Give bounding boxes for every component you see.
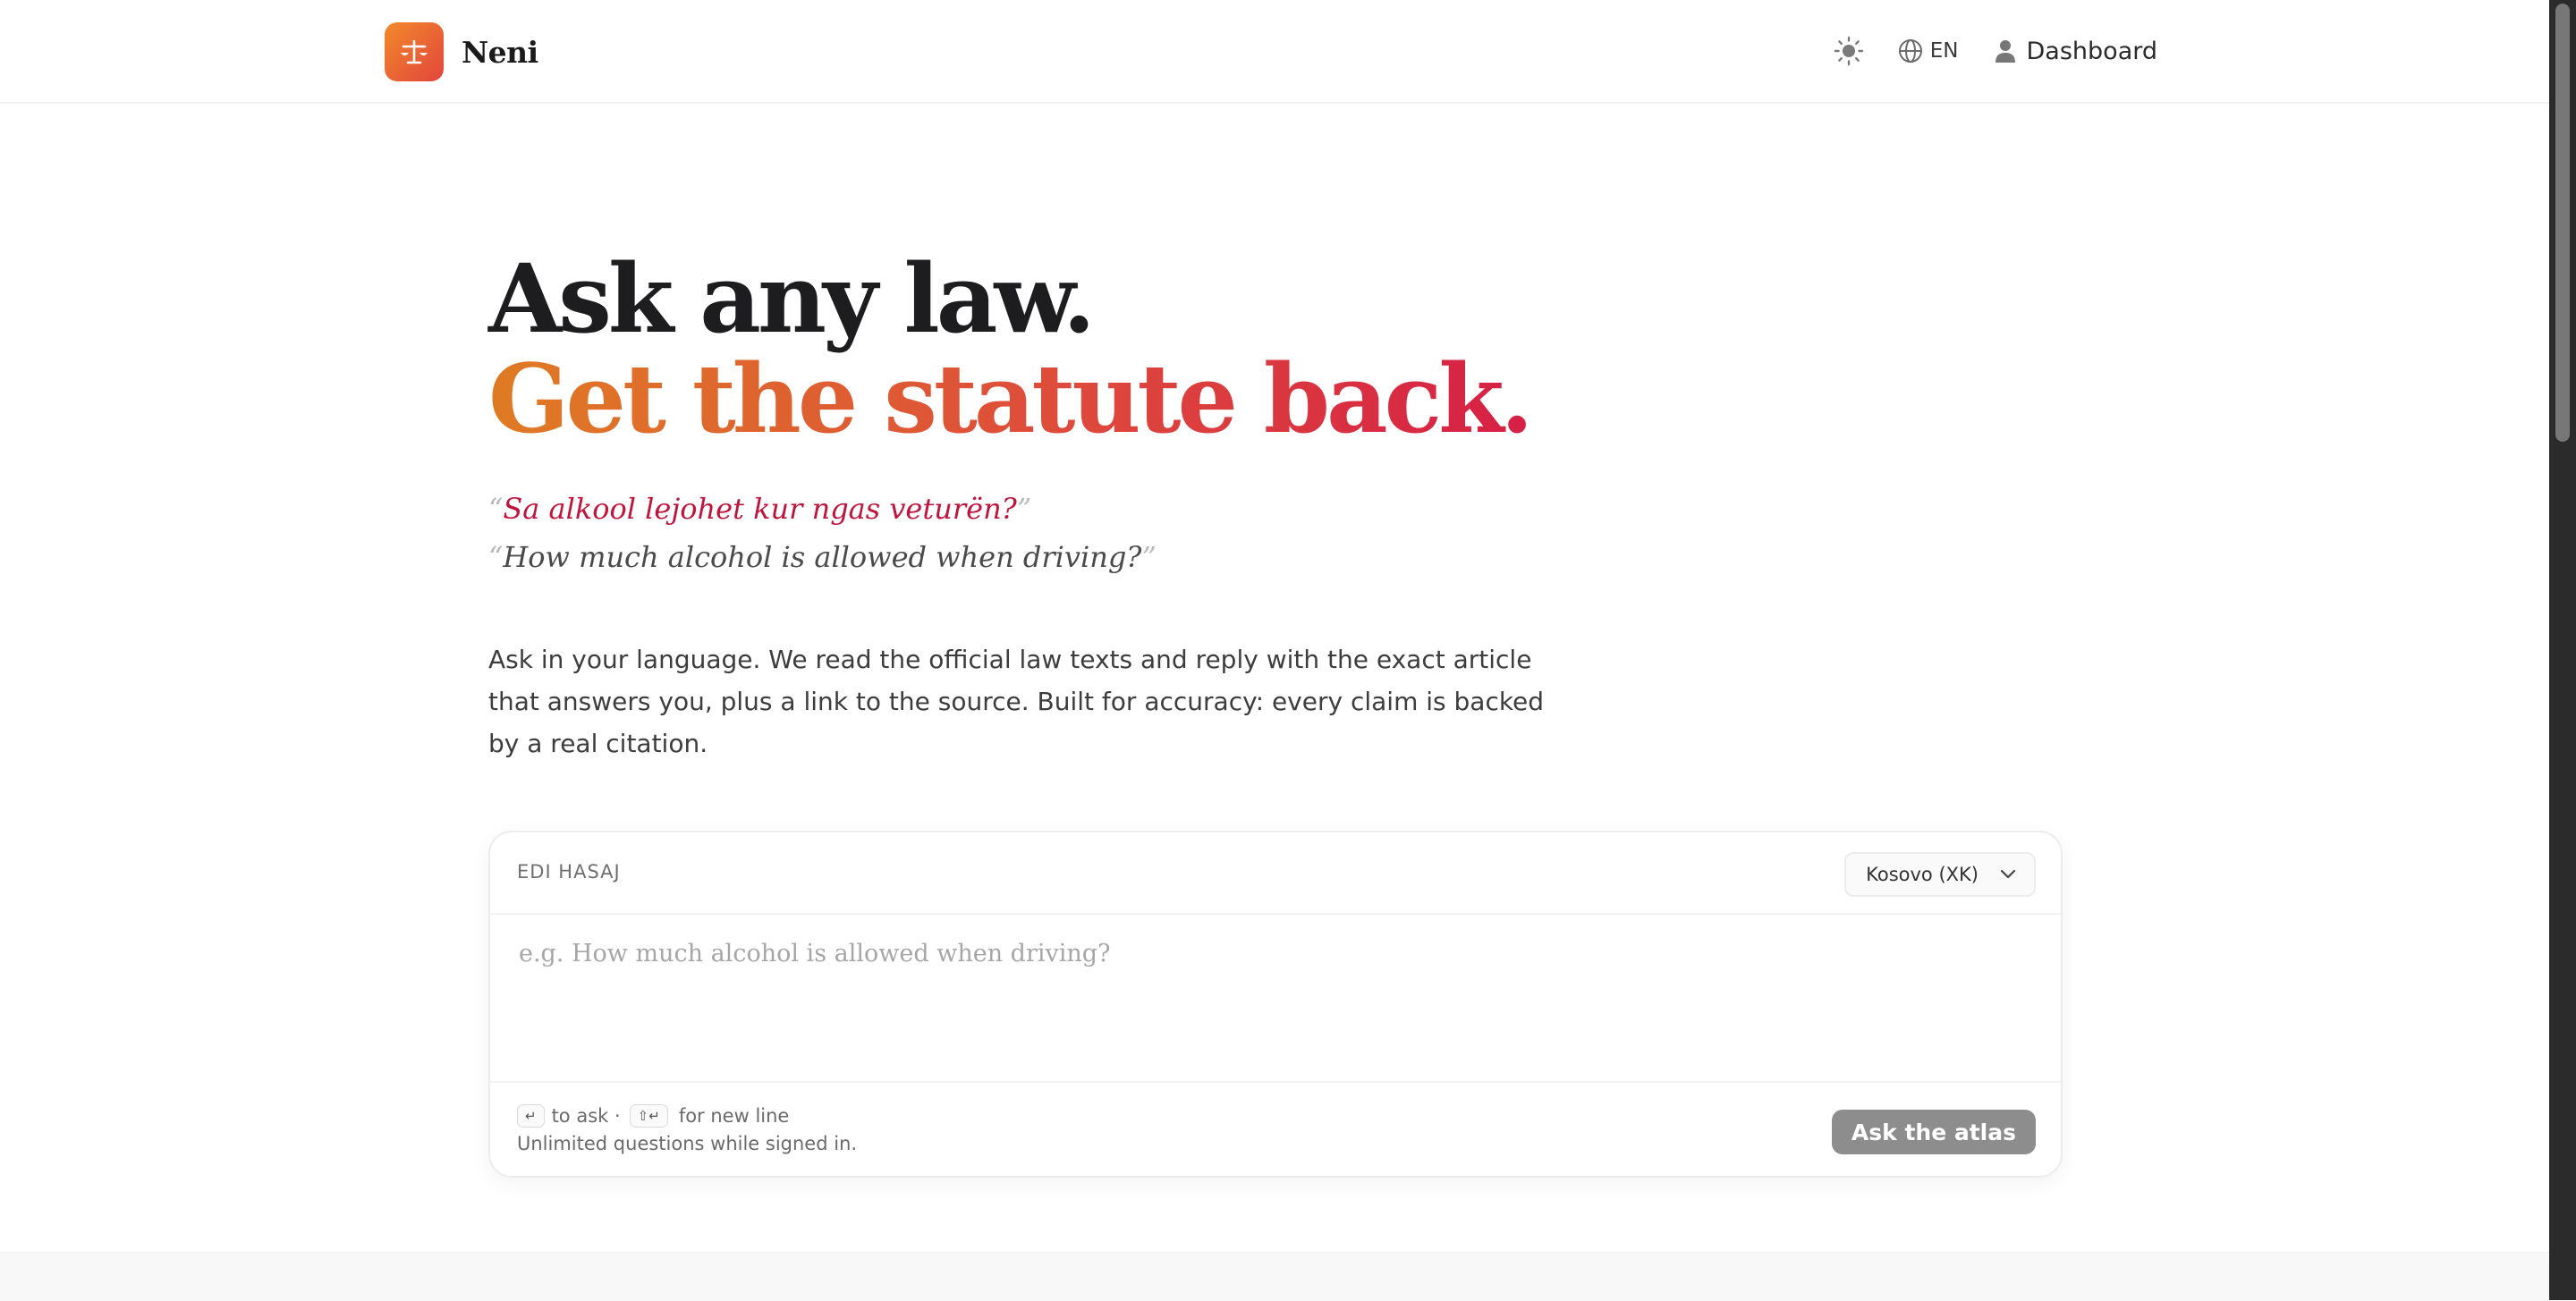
- shift-enter-key-hint: ⇧↵: [629, 1104, 668, 1128]
- sun-icon: [1834, 36, 1863, 66]
- example-question-english: “How much alcohol is allowed when drivin…: [488, 540, 1157, 574]
- page-scrollbar[interactable]: [2549, 0, 2576, 1300]
- brand-name: Neni: [462, 34, 538, 70]
- enter-key-hint: ↵: [517, 1104, 545, 1128]
- hero-description: Ask in your language. We read the offici…: [488, 645, 1545, 758]
- signed-in-user-name: EDI HASAJ: [517, 861, 621, 883]
- dashboard-label: Dashboard: [2026, 37, 2157, 65]
- chevron-down-icon: [2000, 869, 2016, 879]
- example-questions: “Sa alkool lejohet kur ngas veturën?” “H…: [488, 485, 2098, 581]
- theme-toggle-button[interactable]: [1834, 36, 1864, 66]
- ask-form-card: EDI HASAJ Kosovo (XK) ↵ to ask · ⇧↵ for …: [488, 831, 2063, 1178]
- language-switcher[interactable]: EN: [1898, 38, 1959, 63]
- example-question-albanian: “Sa alkool lejohet kur ngas veturën?”: [488, 492, 1032, 526]
- top-navigation-bar: Neni EN Dashboard: [0, 0, 2549, 104]
- scales-icon: [385, 22, 444, 81]
- enter-hint-text: to ask ·: [551, 1105, 621, 1127]
- language-label: EN: [1929, 39, 1959, 63]
- ask-form-header: EDI HASAJ Kosovo (XK): [490, 832, 2061, 915]
- brand-link[interactable]: Neni: [385, 22, 538, 81]
- shift-enter-hint-text: for new line: [678, 1105, 790, 1127]
- question-input[interactable]: [517, 938, 2032, 1049]
- globe-icon: [1898, 39, 1922, 63]
- header-actions: EN Dashboard: [1834, 30, 2157, 72]
- user-icon: [1995, 40, 2015, 63]
- ask-form-footer: ↵ to ask · ⇧↵ for new line Unlimited que…: [490, 1081, 2061, 1176]
- next-section-band: [0, 1252, 2549, 1301]
- headline-gradient: Get the statute back.: [488, 342, 1534, 454]
- ask-submit-button[interactable]: Ask the atlas: [1831, 1110, 2036, 1154]
- dashboard-link[interactable]: Dashboard: [1995, 38, 2157, 65]
- jurisdiction-select[interactable]: Kosovo (XK): [1844, 852, 2036, 897]
- scrollbar-thumb[interactable]: [2555, 4, 2570, 442]
- usage-limit-note: Unlimited questions while signed in.: [517, 1133, 858, 1154]
- headline-primary: Ask any law.: [488, 242, 1096, 354]
- hero-section: Ask any law. Get the statute back. “Sa a…: [488, 249, 2098, 790]
- keyboard-hints: ↵ to ask · ⇧↵ for new line: [517, 1104, 789, 1128]
- jurisdiction-value: Kosovo (XK): [1866, 864, 1979, 885]
